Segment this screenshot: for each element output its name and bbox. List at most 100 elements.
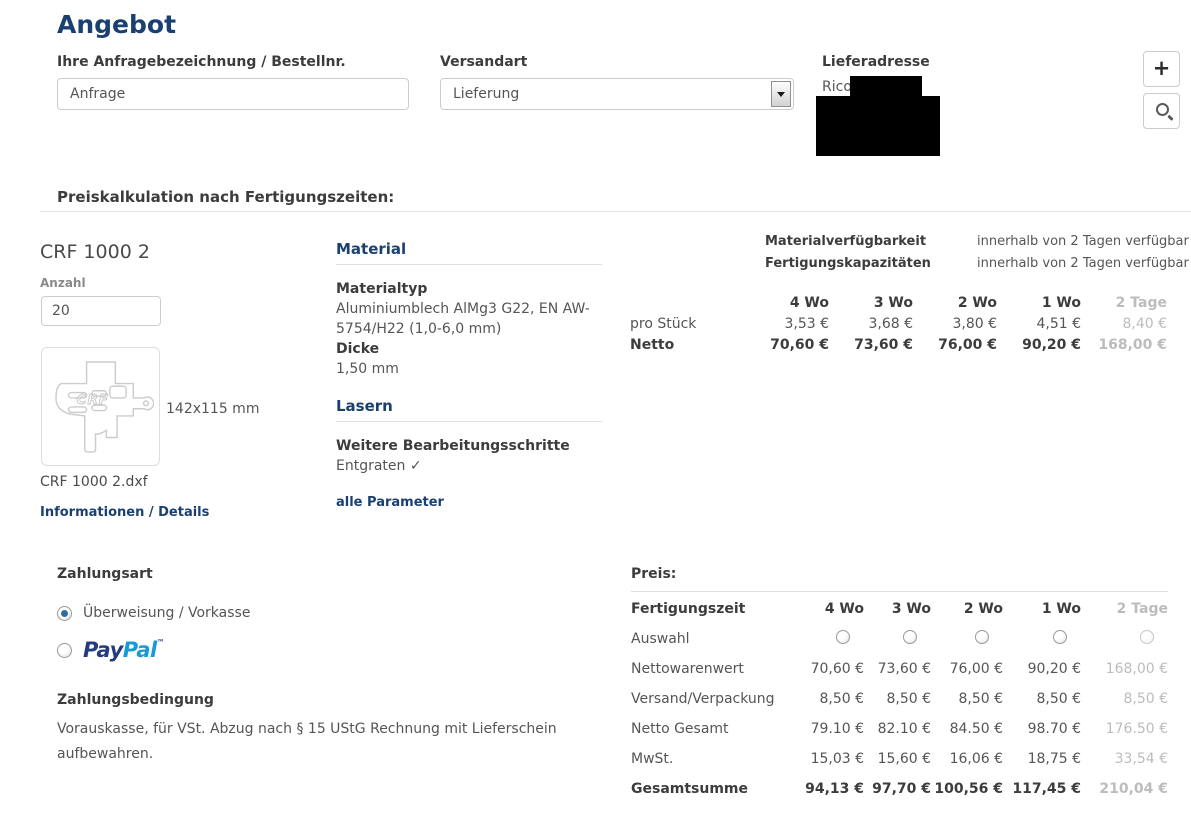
radio-2tage[interactable] <box>1140 630 1154 644</box>
shipping-row: Versand/Verpackung 8,50 € 8,50 € 8,50 € … <box>631 684 1168 714</box>
radio-paypal[interactable] <box>57 643 72 658</box>
price-cell: 3,53 € <box>745 313 829 334</box>
selection-label: Auswahl <box>631 624 794 654</box>
payment-terms-heading: Zahlungsbedingung <box>57 692 597 708</box>
price-cell: 84.50 € <box>931 714 1003 744</box>
payment-block: Zahlungsart Überweisung / Vorkasse PayPa… <box>57 566 597 767</box>
price-cell: 18,75 € <box>1003 744 1081 774</box>
price-cell: 98.70 € <box>1003 714 1081 744</box>
price-cell: 168,00 € <box>1081 654 1168 684</box>
column-header: 4 Wo <box>794 594 864 624</box>
section-divider <box>40 211 1191 212</box>
processing-steps-label: Weitere Bearbeitungsschritte <box>336 436 602 456</box>
vat-row: MwSt. 15,03 € 15,60 € 16,06 € 18,75 € 33… <box>631 744 1168 774</box>
quantity-label: Anzahl <box>40 276 86 290</box>
radio-1wo[interactable] <box>1053 630 1067 644</box>
price-cell: 8,50 € <box>931 684 1003 714</box>
price-cell: 70,60 € <box>794 654 864 684</box>
material-type-label: Materialtyp <box>336 279 602 299</box>
radio-bank-transfer[interactable] <box>57 606 72 621</box>
column-header: 4 Wo <box>745 292 829 313</box>
thickness-value: 1,50 mm <box>336 359 602 379</box>
price-cell: 8,40 € <box>1081 313 1167 334</box>
grand-total-row: Gesamtsumme 94,13 € 97,70 € 100,56 € 117… <box>631 774 1168 804</box>
unit-price-table: 4 Wo 3 Wo 2 Wo 1 Wo 2 Tage pro Stück 3,5… <box>630 292 1167 355</box>
info-details-link[interactable]: Informationen / Details <box>40 505 209 520</box>
price-cell: 94,13 € <box>794 774 864 804</box>
price-heading: Preis: <box>631 566 1168 592</box>
row-label: pro Stück <box>630 313 745 334</box>
chevron-down-icon[interactable] <box>771 81 791 107</box>
price-cell: 8,50 € <box>864 684 931 714</box>
row-label: MwSt. <box>631 744 794 774</box>
capacity-label: Fertigungskapazitäten <box>765 256 977 271</box>
part-preview-drawing: CRF <box>47 353 154 460</box>
price-cell: 176.50 € <box>1081 714 1168 744</box>
search-button[interactable] <box>1143 93 1180 129</box>
process-heading: Lasern <box>336 397 602 422</box>
price-cell: 33,54 € <box>1081 744 1168 774</box>
radio-4wo[interactable] <box>836 630 850 644</box>
radio-2wo[interactable] <box>975 630 989 644</box>
price-cell: 82.10 € <box>864 714 931 744</box>
price-cell: 70,60 € <box>745 334 829 355</box>
availability-block: Materialverfügbarkeit innerhalb von 2 Ta… <box>630 234 1191 278</box>
column-header: 3 Wo <box>829 292 913 313</box>
delivery-address-label: Lieferadresse <box>822 54 930 70</box>
plus-icon: + <box>1153 58 1171 79</box>
price-cell: 76,00 € <box>913 334 997 355</box>
delivery-address-name: Rico <box>822 79 852 95</box>
capacity-value: innerhalb von 2 Tagen verfügbar <box>977 256 1189 271</box>
add-button[interactable]: + <box>1143 51 1180 87</box>
processing-steps-value: Entgraten ✓ <box>336 456 602 476</box>
shipping-select[interactable]: Lieferung <box>440 78 794 110</box>
all-parameters-link[interactable]: alle Parameter <box>336 495 602 510</box>
price-cell: 90,20 € <box>1003 654 1081 684</box>
price-cell: 97,70 € <box>864 774 931 804</box>
column-header: 2 Wo <box>913 292 997 313</box>
price-block: Preis: Fertigungszeit 4 Wo 3 Wo 2 Wo 1 W… <box>631 566 1168 804</box>
price-table-header-row: Fertigungszeit 4 Wo 3 Wo 2 Wo 1 Wo 2 Tag… <box>631 594 1168 624</box>
column-header: 2 Tage <box>1081 292 1167 313</box>
price-cell: 15,03 € <box>794 744 864 774</box>
price-cell: 79.10 € <box>794 714 864 744</box>
material-availability-value: innerhalb von 2 Tagen verfügbar <box>977 234 1189 249</box>
price-cell: 8,50 € <box>794 684 864 714</box>
redacted-address-block <box>816 96 940 156</box>
price-cell: 117,45 € <box>1003 774 1081 804</box>
net-value-row: Nettowarenwert 70,60 € 73,60 € 76,00 € 9… <box>631 654 1168 684</box>
thickness-label: Dicke <box>336 339 602 359</box>
price-cell: 3,80 € <box>913 313 997 334</box>
price-cell: 15,60 € <box>864 744 931 774</box>
shipping-select-value: Lieferung <box>453 86 519 102</box>
column-header: 3 Wo <box>864 594 931 624</box>
net-total-row: Netto Gesamt 79.10 € 82.10 € 84.50 € 98.… <box>631 714 1168 744</box>
request-field-label: Ihre Anfragebezeichnung / Bestellnr. <box>57 54 346 70</box>
price-cell: 76,00 € <box>931 654 1003 684</box>
bank-transfer-label: Überweisung / Vorkasse <box>83 605 250 621</box>
price-cell: 73,60 € <box>864 654 931 684</box>
radio-3wo[interactable] <box>903 630 917 644</box>
column-header: 2 Tage <box>1081 594 1168 624</box>
part-preview[interactable]: CRF <box>41 347 160 466</box>
material-column: Material Materialtyp Aluminiumblech AlMg… <box>336 240 602 510</box>
shipping-field-label: Versandart <box>440 54 527 70</box>
payment-heading: Zahlungsart <box>57 566 597 582</box>
column-header: 1 Wo <box>1003 594 1081 624</box>
quantity-input[interactable] <box>41 296 161 326</box>
row-label: Netto <box>630 334 745 355</box>
price-cell: 3,68 € <box>829 313 913 334</box>
part-dimensions: 142x115 mm <box>166 401 259 417</box>
material-heading: Material <box>336 240 602 265</box>
payment-terms-text: Vorauskasse, für VSt. Abzug nach § 15 US… <box>57 717 585 767</box>
search-icon <box>1156 103 1169 116</box>
price-cell: 16,06 € <box>931 744 1003 774</box>
price-cell: 8,50 € <box>1081 684 1168 714</box>
netto-row: Netto 70,60 € 73,60 € 76,00 € 90,20 € 16… <box>630 334 1167 355</box>
unit-table-header-row: 4 Wo 3 Wo 2 Wo 1 Wo 2 Tage <box>630 292 1167 313</box>
part-name: CRF 1000 2 <box>40 241 150 263</box>
paypal-logo: PayPal™ <box>83 638 164 662</box>
request-input[interactable] <box>57 78 409 110</box>
price-cell: 210,04 € <box>1081 774 1168 804</box>
price-cell: 73,60 € <box>829 334 913 355</box>
